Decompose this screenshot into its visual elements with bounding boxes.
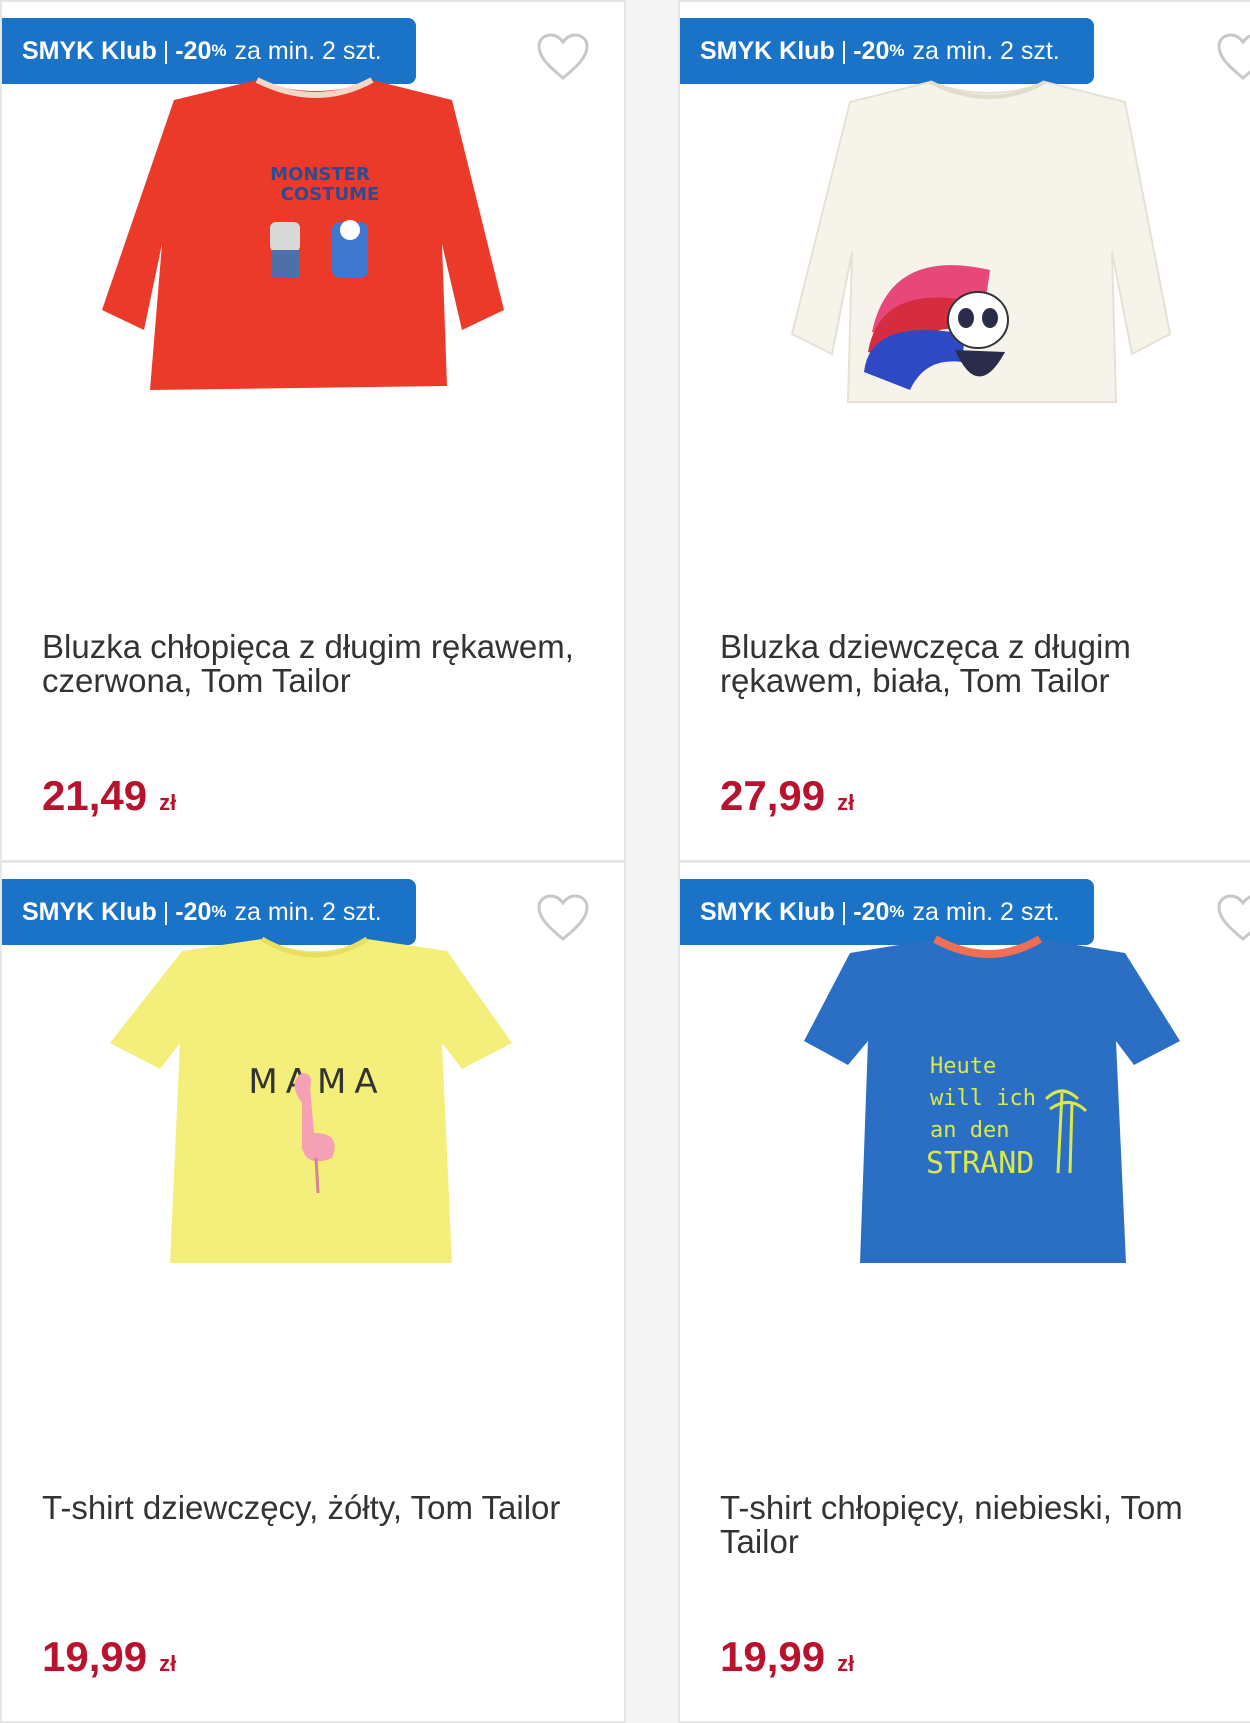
product-title[interactable]: Bluzka dziewczęca z długim rękawem, biał… — [720, 630, 1220, 698]
promo-percent: % — [211, 902, 227, 921]
price-currency: zł — [837, 1651, 855, 1676]
product-card[interactable]: SMYK Klub | -20 % za min. 2 szt. MONSTER… — [0, 0, 626, 862]
product-price: 19,99 zł — [720, 1633, 854, 1681]
price-currency: zł — [159, 1651, 177, 1676]
promo-brand: SMYK Klub — [700, 36, 835, 65]
shirt-print-text: an den — [930, 1118, 1009, 1143]
promo-separator: | — [840, 897, 848, 926]
shirt-print-text: MAMA — [248, 1062, 385, 1102]
promo-percent: % — [889, 41, 905, 60]
product-image[interactable]: MONSTER COSTUME — [62, 72, 562, 462]
price-value: 19,99 — [42, 1633, 148, 1680]
promo-separator: | — [162, 36, 170, 65]
promo-percent: % — [889, 902, 905, 921]
product-image[interactable]: Heute will ich an den STRAND — [740, 933, 1240, 1323]
promo-percent: % — [211, 41, 227, 60]
grid-gutter — [626, 0, 678, 1723]
shirt-print-text: COSTUME — [281, 184, 380, 205]
promo-condition: za min. 2 szt. — [912, 36, 1060, 65]
price-value: 21,49 — [42, 772, 148, 819]
product-price: 21,49 zł — [42, 772, 176, 820]
promo-discount: -20 — [175, 897, 212, 926]
promo-condition: za min. 2 szt. — [912, 897, 1060, 926]
product-card[interactable]: SMYK Klub | -20 % za min. 2 szt. Bluzka … — [678, 0, 1250, 862]
promo-brand: SMYK Klub — [22, 897, 157, 926]
promo-separator: | — [840, 36, 848, 65]
product-grid: SMYK Klub | -20 % za min. 2 szt. MONSTER… — [0, 0, 1250, 1723]
shirt-print-text: will ich — [930, 1086, 1036, 1111]
promo-discount: -20 — [175, 36, 212, 65]
shirt-print-text: MONSTER — [270, 164, 370, 185]
product-title[interactable]: Bluzka chłopięca z długim rękawem, czerw… — [42, 630, 592, 698]
product-image[interactable] — [740, 72, 1240, 462]
product-title[interactable]: T-shirt dziewczęcy, żółty, Tom Tailor — [42, 1491, 592, 1525]
price-currency: zł — [159, 790, 177, 815]
promo-discount: -20 — [853, 897, 890, 926]
product-price: 27,99 zł — [720, 772, 854, 820]
promo-condition: za min. 2 szt. — [234, 897, 382, 926]
promo-separator: | — [162, 897, 170, 926]
promo-condition: za min. 2 szt. — [234, 36, 382, 65]
product-title[interactable]: T-shirt chłopięcy, niebieski, Tom Tailor — [720, 1491, 1220, 1559]
price-value: 27,99 — [720, 772, 826, 819]
promo-brand: SMYK Klub — [22, 36, 157, 65]
product-card[interactable]: SMYK Klub | -20 % za min. 2 szt. MAMA T-… — [0, 861, 626, 1723]
product-image[interactable]: MAMA — [62, 933, 562, 1323]
product-card[interactable]: SMYK Klub | -20 % za min. 2 szt. Heute w… — [678, 861, 1250, 1723]
shirt-print-text: STRAND — [926, 1146, 1034, 1181]
product-price: 19,99 zł — [42, 1633, 176, 1681]
shirt-print-text: Heute — [930, 1054, 996, 1079]
promo-discount: -20 — [853, 36, 890, 65]
price-currency: zł — [837, 790, 855, 815]
price-value: 19,99 — [720, 1633, 826, 1680]
promo-brand: SMYK Klub — [700, 897, 835, 926]
